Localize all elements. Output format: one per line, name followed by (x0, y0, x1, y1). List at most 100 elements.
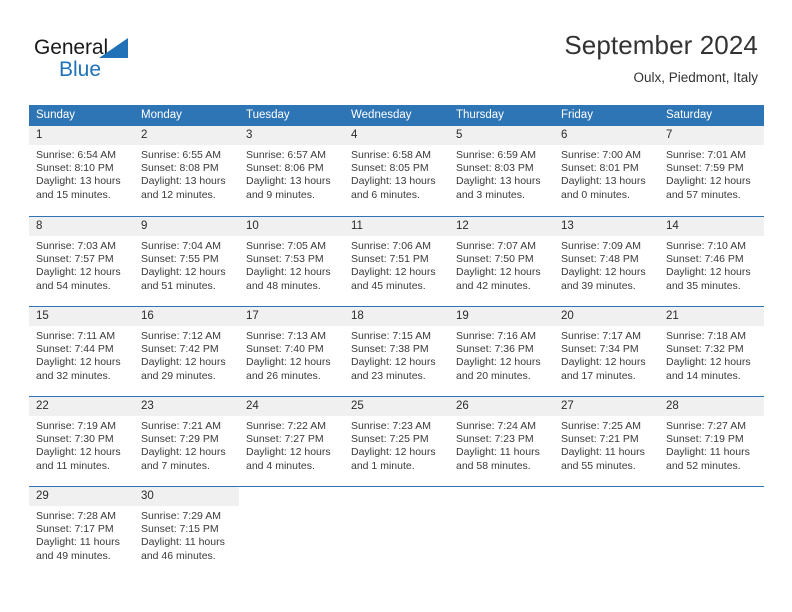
calendar-day-cell[interactable]: 20 Sunrise: 7:17 AM Sunset: 7:34 PM Dayligh… (554, 307, 659, 396)
calendar-day-cell[interactable]: 14 Sunrise: 7:10 AM Sunset: 7:46 PM Dayligh… (659, 217, 764, 306)
sunrise-text: Sunrise: 7:06 AM (351, 240, 431, 252)
sunset-text: Sunset: 8:03 PM (456, 162, 534, 175)
day-details: Sunrise: 7:28 AM Sunset: 7:17 PM Daylight:… (29, 506, 134, 563)
calendar-day-cell[interactable]: 10 Sunrise: 7:05 AM Sunset: 7:53 PM Dayligh… (239, 217, 344, 306)
day-number-band (239, 487, 344, 506)
sunrise-text: Sunrise: 7:01 AM (666, 149, 746, 161)
sunset-text: Sunset: 7:15 PM (141, 523, 219, 536)
calendar-day-cell[interactable]: 15 Sunrise: 7:11 AM Sunset: 7:44 PM Dayligh… (29, 307, 134, 396)
daylight-text-line1: Daylight: 12 hours (141, 356, 226, 369)
calendar-day-cell[interactable]: 29 Sunrise: 7:28 AM Sunset: 7:17 PM Dayligh… (29, 487, 134, 576)
calendar-day-cell[interactable]: 21 Sunrise: 7:18 AM Sunset: 7:32 PM Dayligh… (659, 307, 764, 396)
daylight-text-line2: and 48 minutes. (246, 279, 321, 292)
sunset-text: Sunset: 7:42 PM (141, 343, 219, 356)
daylight-text-line1: Daylight: 12 hours (456, 356, 541, 369)
calendar-day-cell[interactable]: 26 Sunrise: 7:24 AM Sunset: 7:23 PM Dayligh… (449, 397, 554, 486)
calendar-page: General Blue September 2024 Oulx, Piedmo… (0, 0, 792, 612)
calendar-day-cell[interactable]: 16 Sunrise: 7:12 AM Sunset: 7:42 PM Dayligh… (134, 307, 239, 396)
sunrise-text: Sunrise: 7:19 AM (36, 420, 116, 432)
daylight-text-line2: and 14 minutes. (666, 369, 741, 382)
day-number-band: 5 (449, 126, 554, 145)
calendar-day-cell[interactable]: 22 Sunrise: 7:19 AM Sunset: 7:30 PM Dayligh… (29, 397, 134, 486)
daylight-text-line2: and 45 minutes. (351, 279, 426, 292)
sunrise-text: Sunrise: 7:18 AM (666, 330, 746, 342)
day-details: Sunrise: 7:17 AM Sunset: 7:34 PM Daylight:… (554, 326, 659, 383)
daylight-text-line1: Daylight: 11 hours (141, 536, 225, 549)
sunset-text: Sunset: 7:36 PM (456, 343, 534, 356)
calendar-day-cell[interactable]: 25 Sunrise: 7:23 AM Sunset: 7:25 PM Dayligh… (344, 397, 449, 486)
daylight-text-line2: and 6 minutes. (351, 188, 420, 201)
general-blue-logo[interactable]: General Blue (34, 36, 194, 86)
daylight-text-line2: and 39 minutes. (561, 279, 636, 292)
day-number: 3 (246, 129, 253, 141)
calendar-day-cell[interactable]: 1 Sunrise: 6:54 AM Sunset: 8:10 PM Daylight… (29, 126, 134, 216)
day-number-band: 4 (344, 126, 449, 145)
day-details: Sunrise: 6:55 AM Sunset: 8:08 PM Daylight:… (134, 145, 239, 202)
calendar-day-cell[interactable]: 4 Sunrise: 6:58 AM Sunset: 8:05 PM Daylight… (344, 126, 449, 216)
day-details: Sunrise: 7:03 AM Sunset: 7:57 PM Daylight:… (29, 236, 134, 293)
calendar-day-cell[interactable]: 18 Sunrise: 7:15 AM Sunset: 7:38 PM Dayligh… (344, 307, 449, 396)
calendar-day-cell[interactable]: 6 Sunrise: 7:00 AM Sunset: 8:01 PM Daylight… (554, 126, 659, 216)
daylight-text-line2: and 15 minutes. (36, 188, 111, 201)
page-subtitle-location: Oulx, Piedmont, Italy (633, 70, 758, 85)
day-number: 14 (666, 220, 679, 232)
sunset-text: Sunset: 7:53 PM (246, 253, 324, 266)
calendar-day-cell-empty (344, 487, 449, 576)
calendar-day-cell[interactable]: 23 Sunrise: 7:21 AM Sunset: 7:29 PM Dayligh… (134, 397, 239, 486)
day-number-band (344, 487, 449, 506)
calendar-day-cell[interactable]: 3 Sunrise: 6:57 AM Sunset: 8:06 PM Daylight… (239, 126, 344, 216)
daylight-text-line2: and 57 minutes. (666, 188, 741, 201)
sunset-text: Sunset: 7:30 PM (36, 433, 114, 446)
sunrise-text: Sunrise: 7:11 AM (36, 330, 116, 342)
sunrise-text: Sunrise: 7:24 AM (456, 420, 536, 432)
calendar-day-cell[interactable]: 19 Sunrise: 7:16 AM Sunset: 7:36 PM Dayligh… (449, 307, 554, 396)
day-number-band: 21 (659, 307, 764, 326)
day-number-band: 16 (134, 307, 239, 326)
daylight-text-line2: and 3 minutes. (456, 188, 525, 201)
sunset-text: Sunset: 7:59 PM (666, 162, 744, 175)
calendar-day-cell[interactable]: 7 Sunrise: 7:01 AM Sunset: 7:59 PM Daylight… (659, 126, 764, 216)
day-details: Sunrise: 7:21 AM Sunset: 7:29 PM Daylight:… (134, 416, 239, 473)
daylight-text-line1: Daylight: 12 hours (246, 446, 331, 459)
daylight-text-line2: and 32 minutes. (36, 369, 111, 382)
daylight-text-line1: Daylight: 12 hours (561, 356, 646, 369)
calendar-day-cell[interactable]: 13 Sunrise: 7:09 AM Sunset: 7:48 PM Dayligh… (554, 217, 659, 306)
calendar-day-cell[interactable]: 5 Sunrise: 6:59 AM Sunset: 8:03 PM Daylight… (449, 126, 554, 216)
calendar-day-cell[interactable]: 27 Sunrise: 7:25 AM Sunset: 7:21 PM Dayligh… (554, 397, 659, 486)
daylight-text-line1: Daylight: 11 hours (666, 446, 750, 459)
sunrise-text: Sunrise: 7:21 AM (141, 420, 221, 432)
calendar-day-cell[interactable]: 8 Sunrise: 7:03 AM Sunset: 7:57 PM Daylight… (29, 217, 134, 306)
daylight-text-line2: and 29 minutes. (141, 369, 216, 382)
sunrise-text: Sunrise: 7:15 AM (351, 330, 431, 342)
daylight-text-line1: Daylight: 13 hours (36, 175, 121, 188)
calendar-day-cell[interactable]: 30 Sunrise: 7:29 AM Sunset: 7:15 PM Dayligh… (134, 487, 239, 576)
day-number: 16 (141, 310, 154, 322)
calendar-day-cell[interactable]: 2 Sunrise: 6:55 AM Sunset: 8:08 PM Daylight… (134, 126, 239, 216)
day-number-band: 6 (554, 126, 659, 145)
calendar-day-cell[interactable]: 11 Sunrise: 7:06 AM Sunset: 7:51 PM Dayligh… (344, 217, 449, 306)
calendar-week-row: 15 Sunrise: 7:11 AM Sunset: 7:44 PM Dayligh… (29, 306, 764, 396)
calendar-day-cell[interactable]: 12 Sunrise: 7:07 AM Sunset: 7:50 PM Dayligh… (449, 217, 554, 306)
calendar-day-cell[interactable]: 28 Sunrise: 7:27 AM Sunset: 7:19 PM Dayligh… (659, 397, 764, 486)
day-number: 17 (246, 310, 259, 322)
day-number: 25 (351, 400, 364, 412)
sunrise-text: Sunrise: 7:27 AM (666, 420, 746, 432)
weekday-header-friday: Friday (561, 109, 593, 121)
sunset-text: Sunset: 7:32 PM (666, 343, 744, 356)
day-number-band: 25 (344, 397, 449, 416)
daylight-text-line1: Daylight: 12 hours (351, 266, 436, 279)
daylight-text-line1: Daylight: 11 hours (36, 536, 120, 549)
day-details: Sunrise: 7:29 AM Sunset: 7:15 PM Daylight:… (134, 506, 239, 563)
calendar-day-cell[interactable]: 9 Sunrise: 7:04 AM Sunset: 7:55 PM Daylight… (134, 217, 239, 306)
calendar-day-cell[interactable]: 24 Sunrise: 7:22 AM Sunset: 7:27 PM Dayligh… (239, 397, 344, 486)
day-number-band: 3 (239, 126, 344, 145)
day-details: Sunrise: 6:58 AM Sunset: 8:05 PM Daylight:… (344, 145, 449, 202)
sunrise-text: Sunrise: 7:12 AM (141, 330, 221, 342)
calendar-day-cell[interactable]: 17 Sunrise: 7:13 AM Sunset: 7:40 PM Dayligh… (239, 307, 344, 396)
daylight-text-line2: and 54 minutes. (36, 279, 111, 292)
day-details: Sunrise: 7:23 AM Sunset: 7:25 PM Daylight:… (344, 416, 449, 473)
sunrise-text: Sunrise: 6:57 AM (246, 149, 326, 161)
day-number-band: 23 (134, 397, 239, 416)
title-block: September 2024 Oulx, Piedmont, Italy (564, 28, 758, 88)
calendar-week-row: 8 Sunrise: 7:03 AM Sunset: 7:57 PM Daylight… (29, 216, 764, 306)
